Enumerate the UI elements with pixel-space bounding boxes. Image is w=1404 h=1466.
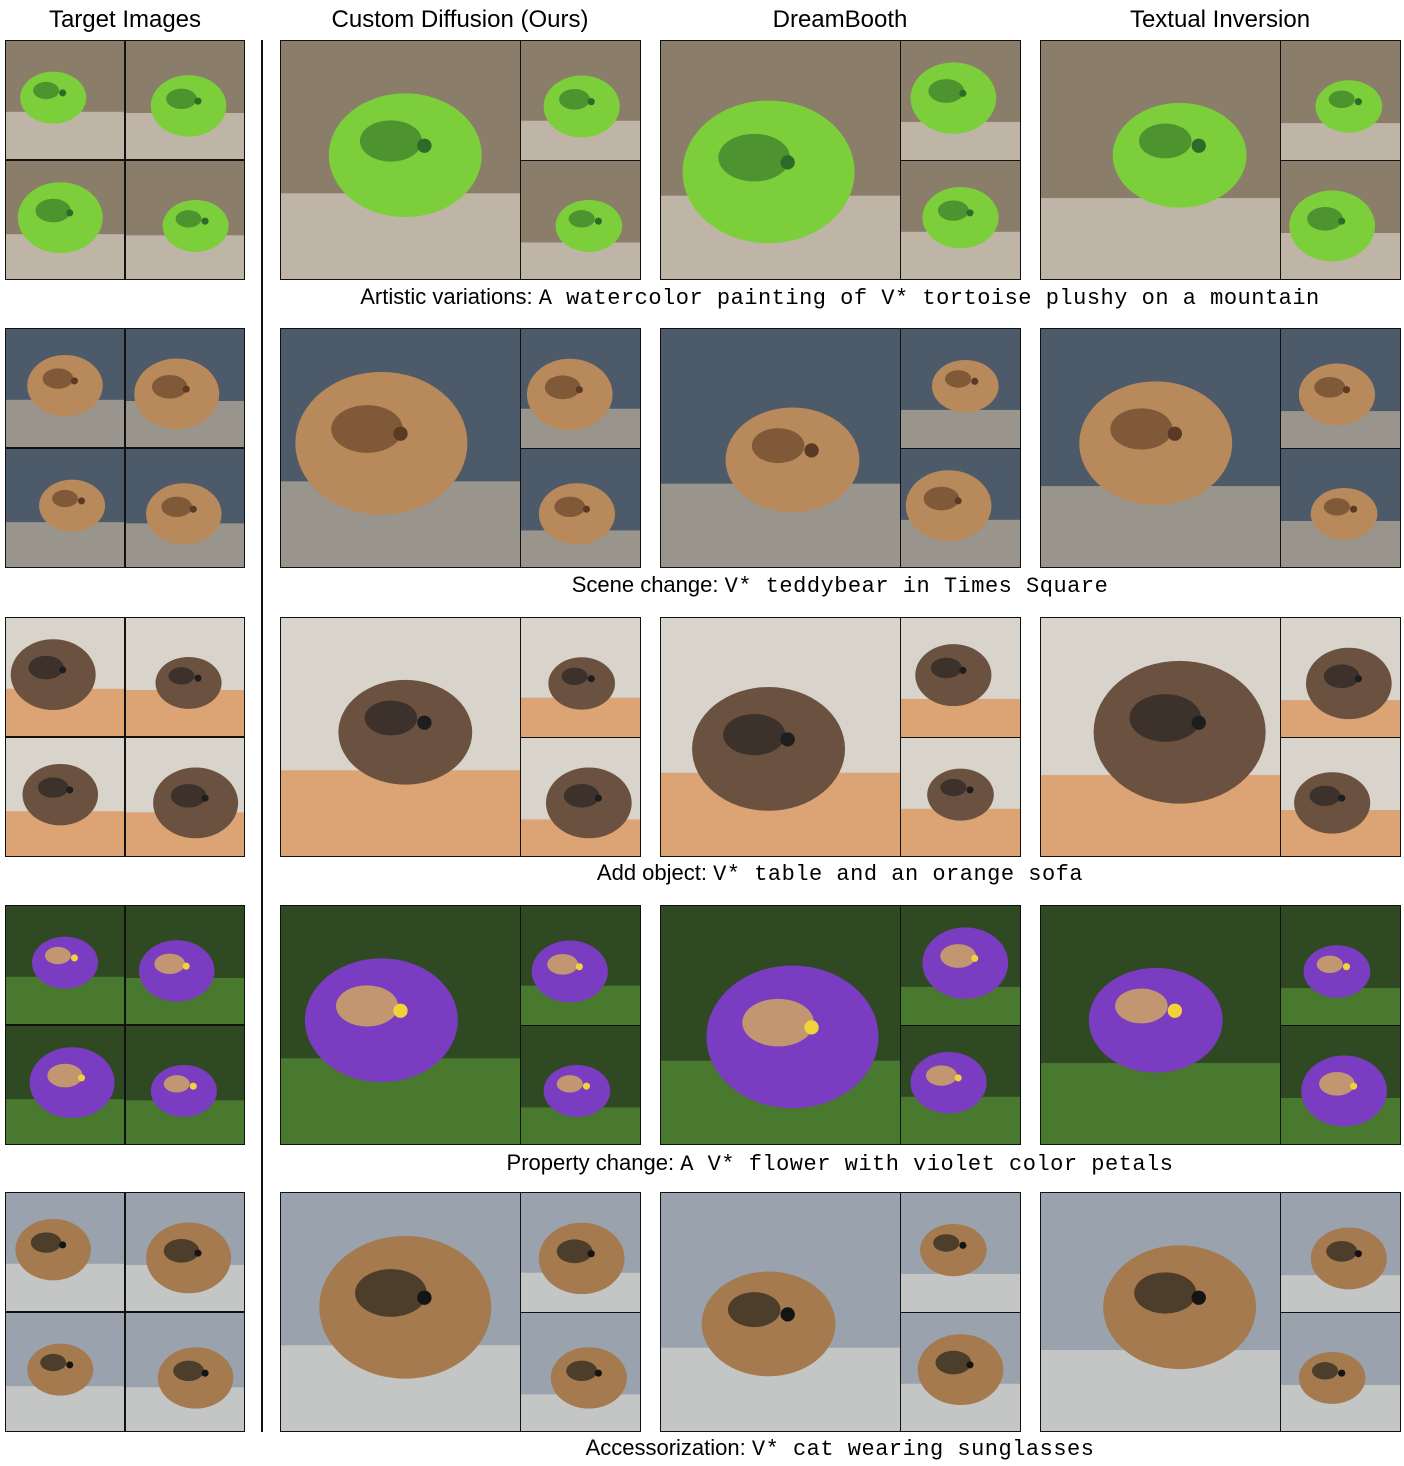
row-caption: Artistic variations: A watercolor painti… [280,284,1400,311]
target-image [5,160,125,280]
dreambooth-large-image [660,328,901,568]
dreambooth-small-image [900,448,1021,568]
textual-small-image [1280,40,1401,161]
column-title-textual-inversion: Textual Inversion [1129,6,1311,33]
dreambooth-small-image [900,160,1021,280]
custom-large-image [280,905,521,1145]
row-caption: Property change: A V* flower with violet… [280,1150,1400,1177]
custom-small-image [520,737,641,857]
dreambooth-large-image [660,905,901,1145]
caption-label: Artistic variations [360,284,527,309]
target-image [5,448,125,568]
custom-small-image [520,448,641,568]
textual-small-image [1280,737,1401,857]
target-image [5,617,125,737]
textual-large-image [1040,1192,1281,1432]
caption-separator: : [700,860,714,885]
caption-prompt: V* teddybear in Times Square [724,574,1109,599]
dreambooth-small-image [900,1025,1021,1145]
custom-small-image [520,1192,641,1313]
dreambooth-small-image [900,1192,1021,1313]
textual-small-image [1280,1312,1401,1432]
column-title-target: Target Images [48,6,202,33]
textual-small-image [1280,328,1401,449]
caption-label: Property change [506,1150,668,1175]
textual-small-image [1280,1025,1401,1145]
caption-separator: : [739,1435,752,1460]
textual-large-image [1040,40,1281,280]
custom-small-image [520,1025,641,1145]
custom-small-image [520,617,641,738]
custom-large-image [280,1192,521,1432]
dreambooth-small-image [900,40,1021,161]
caption-separator: : [526,284,539,309]
custom-large-image [280,328,521,568]
caption-label: Accessorization [585,1435,740,1460]
textual-large-image [1040,328,1281,568]
caption-label: Add object [596,860,701,885]
row-caption: Add object: V* table and an orange sofa [280,860,1400,887]
textual-large-image [1040,617,1281,857]
target-image [125,737,245,857]
target-image [5,328,125,448]
target-image [125,1192,245,1312]
column-divider [261,40,263,1432]
textual-large-image [1040,905,1281,1145]
custom-large-image [280,617,521,857]
target-image [5,1025,125,1145]
target-image [125,1025,245,1145]
textual-small-image [1280,617,1401,738]
caption-separator: : [667,1150,681,1175]
target-image [125,905,245,1025]
dreambooth-large-image [660,617,901,857]
caption-label: Scene change [571,572,713,597]
target-image [125,1312,245,1432]
dreambooth-large-image [660,1192,901,1432]
target-image [5,1192,125,1312]
dreambooth-large-image [660,40,901,280]
custom-small-image [520,328,641,449]
custom-small-image [520,40,641,161]
caption-prompt: V* cat wearing sunglasses [751,1437,1095,1462]
dreambooth-small-image [900,1312,1021,1432]
dreambooth-small-image [900,328,1021,449]
textual-small-image [1280,905,1401,1026]
caption-prompt: V* table and an orange sofa [713,862,1084,887]
dreambooth-small-image [900,905,1021,1026]
custom-small-image [520,1312,641,1432]
target-image [5,737,125,857]
textual-small-image [1280,160,1401,280]
target-image [125,617,245,737]
dreambooth-small-image [900,617,1021,738]
target-image [125,40,245,160]
target-image [125,160,245,280]
textual-small-image [1280,1192,1401,1313]
dreambooth-small-image [900,737,1021,857]
target-image [5,905,125,1025]
target-image [5,1312,125,1432]
column-title-custom-diffusion: Custom Diffusion (Ours) [331,6,589,33]
caption-separator: : [712,572,725,597]
row-caption: Accessorization: V* cat wearing sunglass… [280,1435,1400,1462]
custom-large-image [280,40,521,280]
target-image [5,40,125,160]
column-title-dreambooth: DreamBooth [772,6,908,33]
caption-prompt: A V* flower with violet color petals [680,1152,1174,1177]
custom-small-image [520,160,641,280]
caption-prompt: A watercolor painting of V* tortoise plu… [538,286,1320,311]
target-image [125,448,245,568]
target-image [125,328,245,448]
custom-small-image [520,905,641,1026]
row-caption: Scene change: V* teddybear in Times Squa… [280,572,1400,599]
textual-small-image [1280,448,1401,568]
